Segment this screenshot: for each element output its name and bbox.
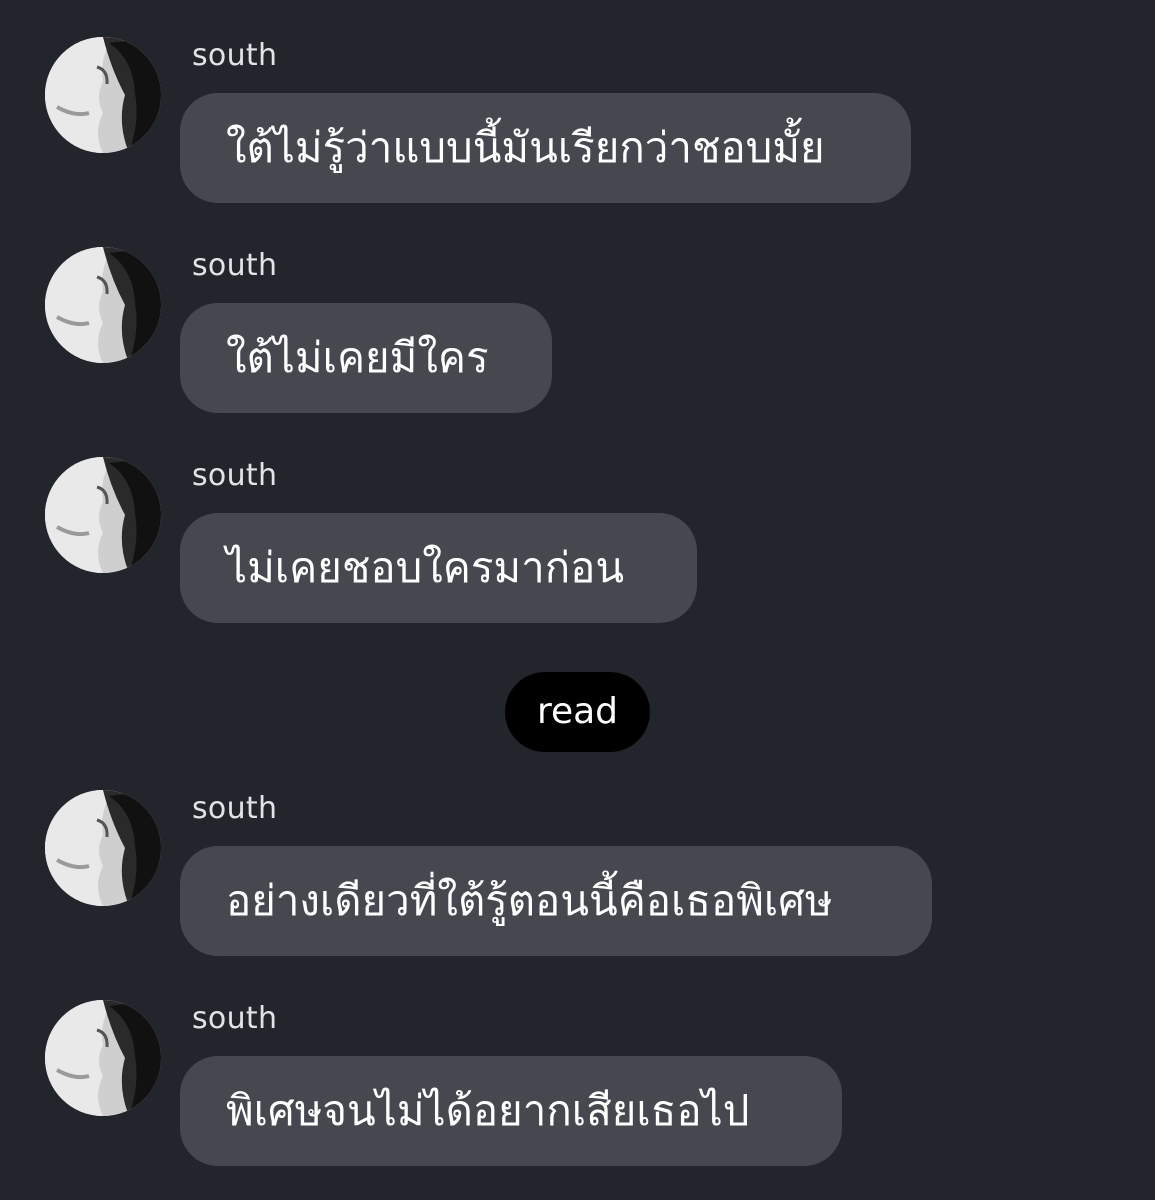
avatar-photo	[45, 247, 161, 363]
avatar[interactable]	[45, 1000, 161, 1116]
sender-name: south	[192, 248, 278, 283]
avatar-photo	[45, 457, 161, 573]
avatar[interactable]	[45, 790, 161, 906]
avatar-photo	[45, 37, 161, 153]
message-row: south พิเศษจนไม่ได้อยากเสียเธอไป	[0, 963, 1155, 1166]
message-bubble[interactable]: พิเศษจนไม่ได้อยากเสียเธอไป	[180, 1056, 842, 1166]
message-row: south อย่างเดียวที่ใต้รู้ตอนนี้คือเธอพิเ…	[0, 753, 1155, 956]
avatar[interactable]	[45, 457, 161, 573]
avatar-photo	[45, 790, 161, 906]
sender-name: south	[192, 1001, 278, 1036]
avatar-photo	[45, 1000, 161, 1116]
sender-name: south	[192, 38, 278, 73]
message-bubble[interactable]: ใต้ไม่รู้ว่าแบบนี้มันเรียกว่าชอบมั้ย	[180, 93, 911, 203]
message-bubble[interactable]: อย่างเดียวที่ใต้รู้ตอนนี้คือเธอพิเศษ	[180, 846, 932, 956]
message-bubble[interactable]: ใต้ไม่เคยมีใคร	[180, 303, 552, 413]
message-bubble[interactable]: ไม่เคยชอบใครมาก่อน	[180, 513, 697, 623]
message-row: south ใต้ไม่รู้ว่าแบบนี้มันเรียกว่าชอบมั…	[0, 0, 1155, 203]
read-receipt-badge: read	[505, 672, 650, 752]
message-row: south ใต้ไม่เคยมีใคร	[0, 210, 1155, 413]
sender-name: south	[192, 791, 278, 826]
message-row: south ไม่เคยชอบใครมาก่อน	[0, 420, 1155, 623]
sender-name: south	[192, 458, 278, 493]
avatar[interactable]	[45, 247, 161, 363]
avatar[interactable]	[45, 37, 161, 153]
